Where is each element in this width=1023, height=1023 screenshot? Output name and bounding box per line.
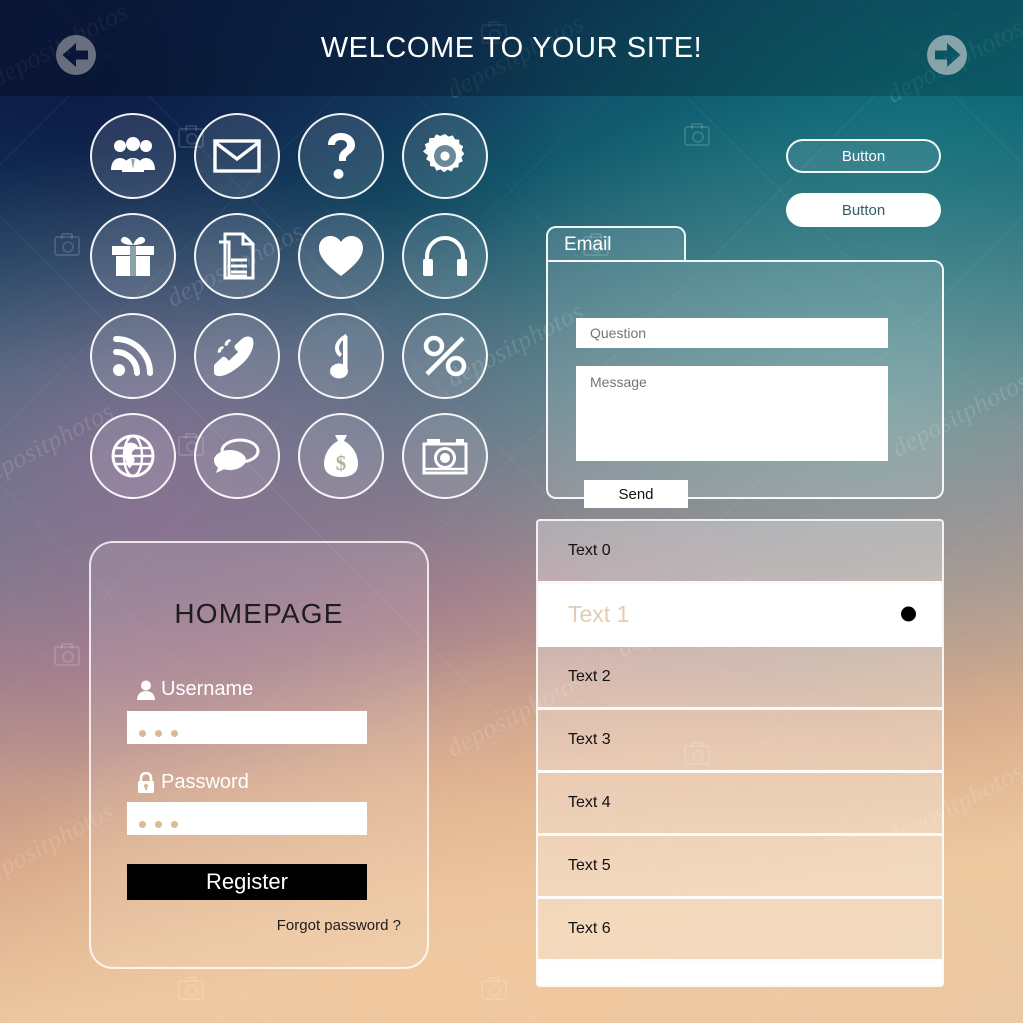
camera-watermark-icon — [54, 643, 80, 666]
send-button-label: Send — [618, 485, 654, 503]
page-title: WELCOME TO YOUR SITE! — [320, 31, 703, 64]
username-label-row: Username — [137, 678, 253, 701]
solid-button-label: Button — [841, 201, 886, 219]
username-label: Username — [161, 678, 254, 700]
rss-feed-icon[interactable] — [90, 313, 176, 399]
page-header: WELCOME TO YOUR SITE! — [0, 0, 1023, 96]
list-panel: Text 0 Text 1 Text 2 Text 3 Text 4 Text … — [536, 519, 944, 987]
users-group-icon[interactable] — [90, 113, 176, 199]
list-item-label: Text 2 — [568, 668, 611, 685]
tab-email[interactable]: Email — [546, 226, 686, 262]
list-panel-footer — [538, 962, 942, 985]
login-panel-title: HOMEPAGE — [174, 598, 344, 629]
input-dot — [139, 730, 146, 737]
gear-icon[interactable] — [402, 113, 488, 199]
selected-dot-icon — [901, 606, 916, 622]
forgot-password-link[interactable]: Forgot password ? — [91, 917, 401, 934]
question-mark-icon[interactable] — [298, 113, 384, 199]
login-panel: HOMEPAGE Username Password Register Forg… — [89, 541, 429, 969]
list-item[interactable]: Text 5 — [538, 836, 942, 899]
list-item[interactable]: Text 6 — [538, 899, 942, 962]
input-dot — [155, 821, 162, 828]
solid-button[interactable]: Button — [786, 193, 941, 227]
list-item[interactable]: Text 4 — [538, 773, 942, 836]
list-item-label: Text 6 — [568, 920, 611, 937]
gift-icon[interactable] — [90, 213, 176, 299]
register-button-label: Register — [206, 869, 288, 894]
username-input[interactable] — [127, 711, 367, 744]
list-item-label: Text 1 — [568, 600, 630, 627]
money-bag-icon[interactable]: $ — [298, 413, 384, 499]
list-item-label: Text 0 — [568, 542, 611, 559]
svg-text:$: $ — [336, 451, 347, 475]
tab-email-label: Email — [564, 234, 612, 255]
camera-watermark-icon — [481, 977, 507, 1000]
list-item-selected[interactable]: Text 1 — [538, 584, 942, 647]
question-input[interactable] — [576, 318, 888, 348]
send-button[interactable]: Send — [584, 480, 688, 508]
camera-watermark-icon — [178, 977, 204, 1000]
list-item[interactable]: Text 0 — [538, 521, 942, 584]
password-label: Password — [161, 771, 249, 793]
icon-grid: $ — [90, 113, 506, 513]
email-panel: Email Send — [546, 226, 944, 508]
list-item[interactable]: Text 2 — [538, 647, 942, 710]
user-icon — [137, 680, 155, 700]
input-dot — [155, 730, 162, 737]
outline-button-label: Button — [841, 147, 886, 165]
message-input[interactable] — [576, 366, 888, 461]
register-button[interactable]: Register — [127, 864, 367, 900]
app-canvas: depositphotos depositphotos depositphoto… — [0, 0, 1023, 1023]
camera-watermark-icon — [684, 123, 710, 146]
chat-bubbles-icon[interactable] — [194, 413, 280, 499]
list-item-label: Text 5 — [568, 857, 611, 874]
input-dot — [171, 821, 178, 828]
password-input[interactable] — [127, 802, 367, 835]
envelope-icon[interactable] — [194, 113, 280, 199]
music-note-icon[interactable] — [298, 313, 384, 399]
camera-watermark-icon — [54, 233, 80, 256]
headphones-icon[interactable] — [402, 213, 488, 299]
percent-icon[interactable] — [402, 313, 488, 399]
phone-icon[interactable] — [194, 313, 280, 399]
document-icon[interactable] — [194, 213, 280, 299]
list-item-label: Text 3 — [568, 731, 611, 748]
password-label-row: Password — [137, 771, 249, 794]
list-item[interactable]: Text 3 — [538, 710, 942, 773]
globe-icon[interactable] — [90, 413, 176, 499]
camera-icon[interactable] — [402, 413, 488, 499]
outline-button[interactable]: Button — [786, 139, 941, 173]
input-dot — [139, 821, 146, 828]
list-item-label: Text 4 — [568, 794, 611, 811]
email-panel-body: Send — [546, 260, 944, 508]
lock-icon — [137, 772, 155, 793]
input-dot — [171, 730, 178, 737]
heart-icon[interactable] — [298, 213, 384, 299]
